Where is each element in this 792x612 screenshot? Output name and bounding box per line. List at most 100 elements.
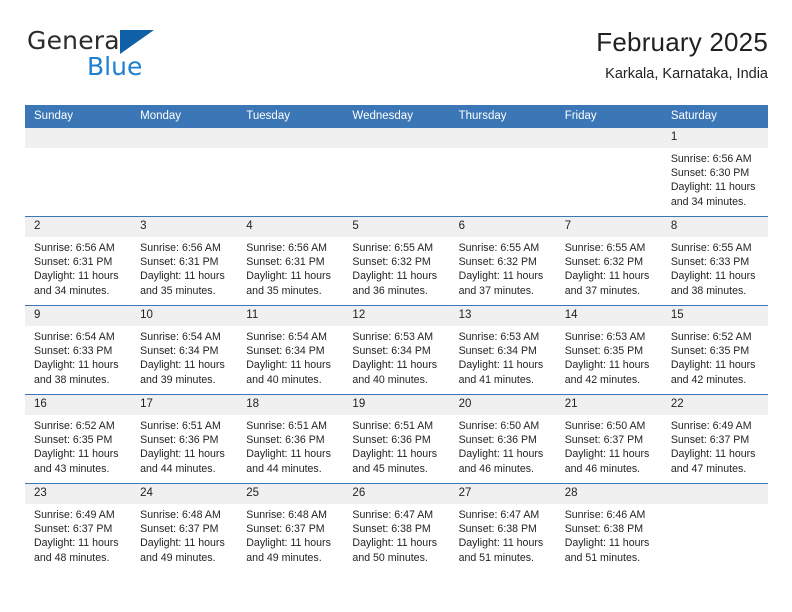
day-details: Sunrise: 6:54 AM Sunset: 6:33 PM Daylight:… [25, 326, 131, 387]
generalblue-logo[interactable]: General Blue [25, 28, 245, 88]
calendar-cell-inner: 21 Sunrise: 6:50 AM Sunset: 6:37 PM Dayligh… [555, 395, 662, 483]
calendar-cell-inner [661, 484, 768, 572]
day-number [25, 128, 132, 148]
daylight-text-line1: Daylight: 11 hours [670, 359, 756, 372]
calendar-cell-day[interactable]: 13 Sunrise: 6:53 AM Sunset: 6:34 PM Dayligh… [449, 305, 556, 395]
day-details: Sunrise: 6:47 AM Sunset: 6:38 PM Daylight:… [343, 504, 449, 565]
calendar-cell-inner: 28 Sunrise: 6:46 AM Sunset: 6:38 PM Dayligh… [555, 484, 662, 572]
title-block: February 2025 Karkala, Karnataka, India [596, 27, 768, 83]
day-details: Sunrise: 6:50 AM Sunset: 6:37 PM Daylight:… [556, 415, 662, 476]
sunrise-text: Sunrise: 6:51 AM [140, 420, 221, 432]
calendar-cell-day[interactable]: 23 Sunrise: 6:49 AM Sunset: 6:37 PM Dayligh… [25, 483, 132, 572]
calendar-cell-day[interactable]: 22 Sunrise: 6:49 AM Sunset: 6:37 PM Dayligh… [661, 394, 768, 484]
calendar-cell-inner [555, 128, 662, 216]
calendar-cell-day[interactable]: 1 Sunrise: 6:56 AM Sunset: 6:30 PM Daylight… [661, 128, 768, 217]
calendar-cell-day[interactable]: 28 Sunrise: 6:46 AM Sunset: 6:38 PM Dayligh… [555, 483, 662, 572]
calendar-cell-empty [661, 483, 768, 572]
day-number: 3 [131, 217, 238, 237]
calendar-cell-day[interactable]: 25 Sunrise: 6:48 AM Sunset: 6:37 PM Dayligh… [237, 483, 344, 572]
calendar-cell-day[interactable]: 14 Sunrise: 6:53 AM Sunset: 6:35 PM Dayligh… [555, 305, 662, 395]
sunrise-text: Sunrise: 6:56 AM [34, 242, 115, 254]
daylight-text-line1: Daylight: 11 hours [34, 270, 119, 283]
calendar-cell-day[interactable]: 17 Sunrise: 6:51 AM Sunset: 6:36 PM Dayligh… [131, 394, 238, 484]
daylight-text-line1: Daylight: 11 hours [564, 448, 650, 461]
calendar-cell-inner: 25 Sunrise: 6:48 AM Sunset: 6:37 PM Dayligh… [237, 484, 344, 572]
sunset-text: Sunset: 6:32 PM [564, 256, 644, 269]
weekday-header-monday: Monday [131, 105, 238, 128]
daylight-text-line1: Daylight: 11 hours [458, 270, 544, 283]
calendar-cell-day[interactable]: 7 Sunrise: 6:55 AM Sunset: 6:32 PM Daylight… [555, 216, 662, 306]
calendar-cell-day[interactable]: 2 Sunrise: 6:56 AM Sunset: 6:31 PM Daylight… [25, 216, 132, 306]
daylight-text-line1: Daylight: 11 hours [246, 448, 331, 461]
day-number: 10 [131, 306, 238, 326]
day-number: 4 [237, 217, 344, 237]
day-details: Sunrise: 6:53 AM Sunset: 6:34 PM Daylight:… [450, 326, 556, 387]
calendar-cell-day[interactable]: 20 Sunrise: 6:50 AM Sunset: 6:36 PM Dayligh… [449, 394, 556, 484]
calendar-cell-inner: 14 Sunrise: 6:53 AM Sunset: 6:35 PM Dayligh… [555, 306, 662, 394]
weekday-header-friday: Friday [555, 105, 662, 128]
calendar-cell-day[interactable]: 21 Sunrise: 6:50 AM Sunset: 6:37 PM Dayligh… [555, 394, 662, 484]
sunset-text: Sunset: 6:36 PM [246, 434, 325, 447]
sunset-text: Sunset: 6:34 PM [352, 345, 431, 358]
day-number [131, 128, 238, 148]
day-number: 28 [555, 484, 662, 504]
daylight-text-line2: and 37 minutes. [564, 284, 641, 297]
daylight-text-line2: and 40 minutes. [352, 373, 428, 386]
page-subtitle: Karkala, Karnataka, India [605, 65, 768, 82]
calendar-cell-day[interactable]: 12 Sunrise: 6:53 AM Sunset: 6:34 PM Dayligh… [343, 305, 450, 395]
calendar-cell-inner: 16 Sunrise: 6:52 AM Sunset: 6:35 PM Dayligh… [25, 395, 132, 483]
calendar-cell-empty [449, 128, 556, 217]
calendar-cell-day[interactable]: 6 Sunrise: 6:55 AM Sunset: 6:32 PM Daylight… [449, 216, 556, 306]
weekday-header-sunday: Sunday [25, 105, 132, 128]
daylight-text-line1: Daylight: 11 hours [246, 537, 331, 550]
calendar-cell-day[interactable]: 27 Sunrise: 6:47 AM Sunset: 6:38 PM Dayligh… [449, 483, 556, 572]
calendar-cell-day[interactable]: 15 Sunrise: 6:52 AM Sunset: 6:35 PM Dayligh… [661, 305, 768, 395]
calendar-cell-day[interactable]: 19 Sunrise: 6:51 AM Sunset: 6:36 PM Dayligh… [343, 394, 450, 484]
sunrise-text: Sunrise: 6:49 AM [34, 509, 115, 521]
day-number: 16 [25, 395, 132, 415]
calendar-cell-day[interactable]: 4 Sunrise: 6:56 AM Sunset: 6:31 PM Daylight… [237, 216, 344, 306]
calendar-cell-day[interactable]: 16 Sunrise: 6:52 AM Sunset: 6:35 PM Dayligh… [25, 394, 132, 484]
day-number: 24 [131, 484, 238, 504]
day-number: 19 [343, 395, 450, 415]
calendar-cell-day[interactable]: 26 Sunrise: 6:47 AM Sunset: 6:38 PM Dayligh… [343, 483, 450, 572]
calendar-week-row: 2 Sunrise: 6:56 AM Sunset: 6:31 PM Daylight… [25, 216, 768, 306]
calendar-cell-day[interactable]: 10 Sunrise: 6:54 AM Sunset: 6:34 PM Dayligh… [131, 305, 238, 395]
day-number: 18 [237, 395, 344, 415]
calendar-cell-inner: 20 Sunrise: 6:50 AM Sunset: 6:36 PM Dayligh… [449, 395, 556, 483]
calendar-cell-day[interactable]: 24 Sunrise: 6:48 AM Sunset: 6:37 PM Dayligh… [131, 483, 238, 572]
day-number: 26 [343, 484, 450, 504]
calendar-cell-inner: 2 Sunrise: 6:56 AM Sunset: 6:31 PM Daylight… [25, 217, 132, 305]
calendar-cell-inner: 26 Sunrise: 6:47 AM Sunset: 6:38 PM Dayligh… [343, 484, 450, 572]
calendar-cell-day[interactable]: 18 Sunrise: 6:51 AM Sunset: 6:36 PM Dayligh… [237, 394, 344, 484]
calendar-cell-day[interactable]: 11 Sunrise: 6:54 AM Sunset: 6:34 PM Dayligh… [237, 305, 344, 395]
day-details: Sunrise: 6:53 AM Sunset: 6:34 PM Daylight:… [343, 326, 449, 387]
day-number: 7 [555, 217, 662, 237]
day-details: Sunrise: 6:56 AM Sunset: 6:31 PM Daylight:… [131, 237, 237, 298]
calendar-cell-empty [343, 128, 450, 217]
daylight-text-line1: Daylight: 11 hours [246, 359, 331, 372]
sunrise-text: Sunrise: 6:51 AM [352, 420, 434, 432]
calendar-cell-day[interactable]: 3 Sunrise: 6:56 AM Sunset: 6:31 PM Daylight… [131, 216, 238, 306]
calendar-cell-inner [343, 128, 450, 216]
calendar-cell-day[interactable]: 8 Sunrise: 6:55 AM Sunset: 6:33 PM Daylight… [661, 216, 768, 306]
weekday-header-row: Sunday Monday Tuesday Wednesday Thursday… [25, 105, 768, 128]
day-details: Sunrise: 6:55 AM Sunset: 6:32 PM Daylight:… [556, 237, 662, 298]
day-number: 27 [449, 484, 556, 504]
daylight-text-line1: Daylight: 11 hours [458, 537, 544, 550]
calendar-cell-inner [237, 128, 344, 216]
daylight-text-line2: and 44 minutes. [140, 462, 216, 475]
calendar-cell-day[interactable]: 9 Sunrise: 6:54 AM Sunset: 6:33 PM Daylight… [25, 305, 132, 395]
daylight-text-line2: and 35 minutes. [140, 284, 216, 297]
calendar-cell-inner: 10 Sunrise: 6:54 AM Sunset: 6:34 PM Dayligh… [131, 306, 238, 394]
day-details: Sunrise: 6:49 AM Sunset: 6:37 PM Daylight:… [25, 504, 131, 565]
daylight-text-line2: and 46 minutes. [564, 462, 641, 475]
calendar-grid: Sunday Monday Tuesday Wednesday Thursday… [25, 105, 768, 572]
calendar-cell-day[interactable]: 5 Sunrise: 6:55 AM Sunset: 6:32 PM Daylight… [343, 216, 450, 306]
daylight-text-line1: Daylight: 11 hours [352, 537, 438, 550]
sunrise-text: Sunrise: 6:47 AM [458, 509, 540, 521]
sunset-text: Sunset: 6:34 PM [458, 345, 537, 358]
calendar-cell-inner [131, 128, 238, 216]
sunrise-text: Sunrise: 6:54 AM [246, 331, 327, 343]
logo-triangle-icon [120, 30, 154, 54]
